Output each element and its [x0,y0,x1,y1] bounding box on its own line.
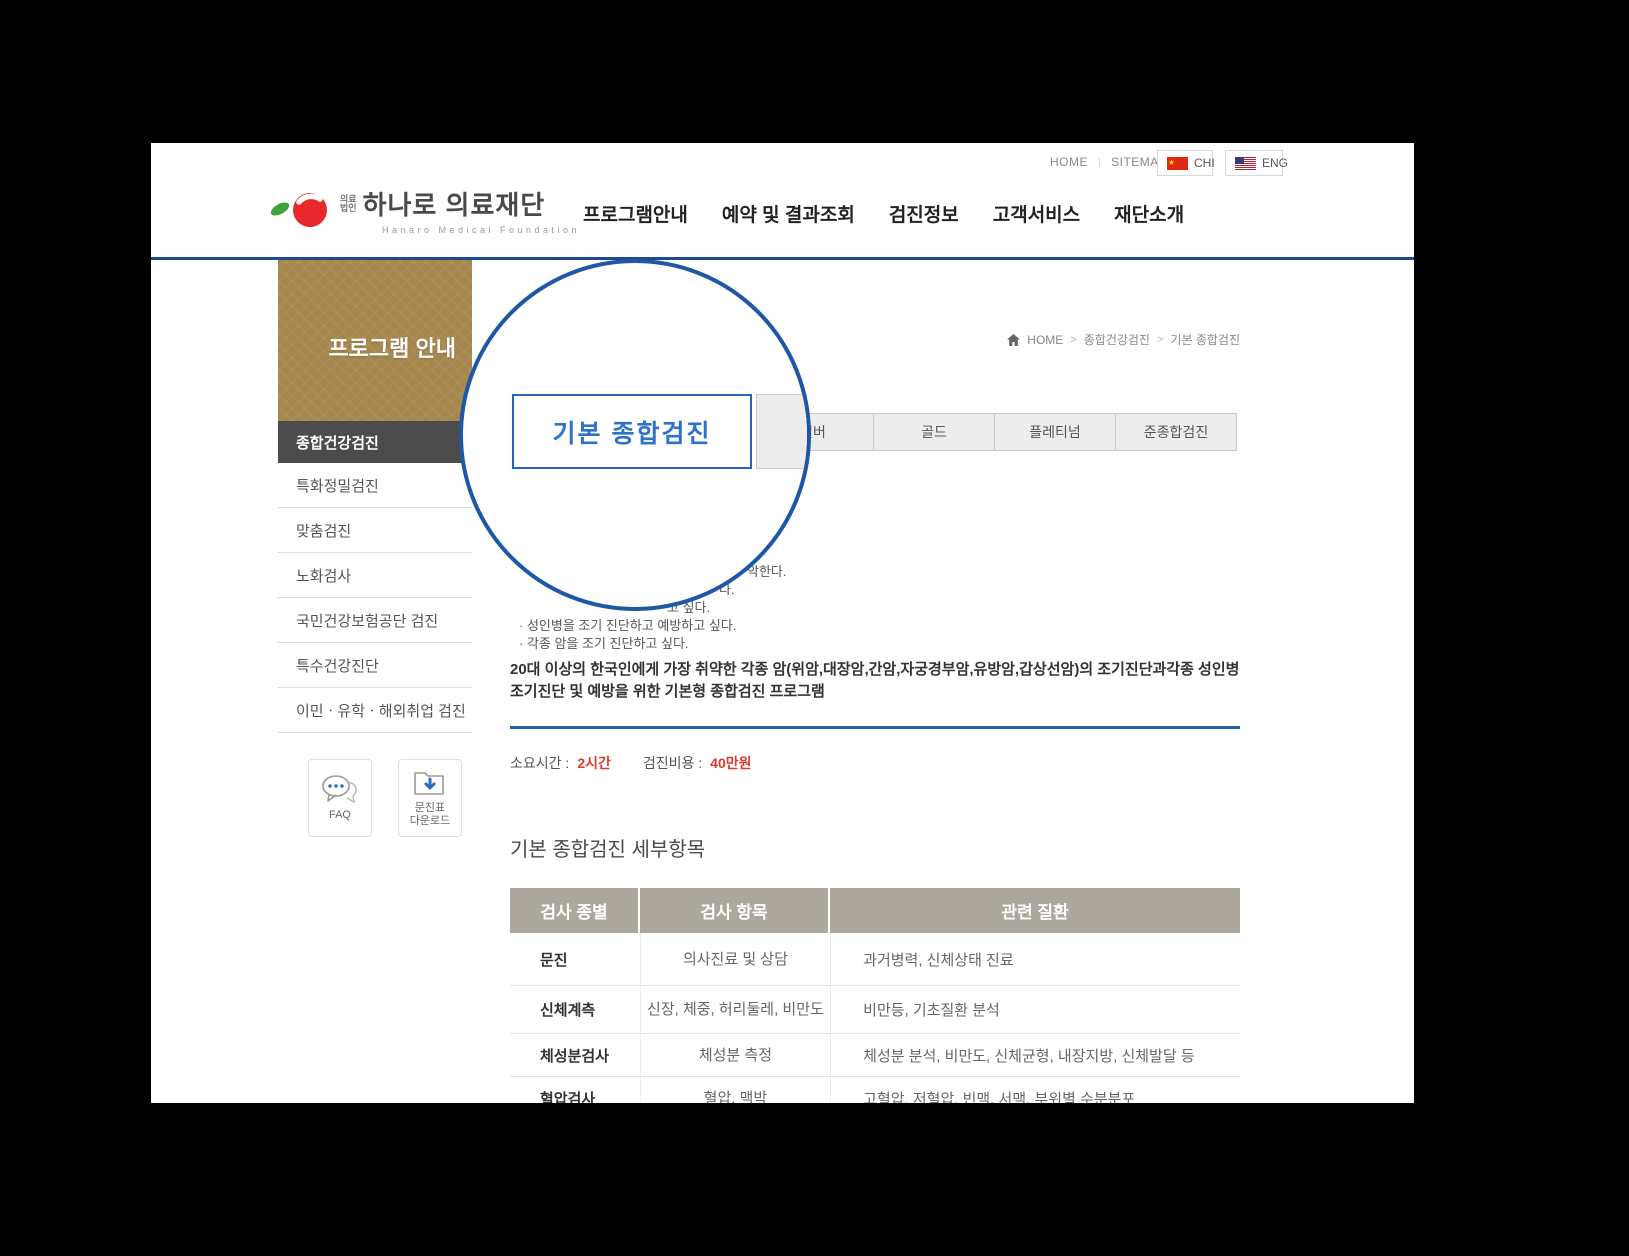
checkup-meta: 소요시간 : 2시간 검진비용 : 40만원 [510,753,752,773]
questionnaire-download-button[interactable]: 문진표 다운로드 [398,759,462,837]
duration-label: 소요시간 : [510,753,569,773]
column-header-test-items: 검사 항목 [640,888,830,933]
breadcrumb-separator: > [1070,334,1076,346]
table-row: 혈압검사 혈압, 맥박 고혈압, 저혈압, 빈맥, 서맥, 부위별 수분분포 [510,1077,1240,1103]
sidebar-item-immigration-checkup[interactable]: 이민ㆍ유학ㆍ해외취업 검진 [278,688,472,733]
breadcrumb-comprehensive-checkup[interactable]: 종합건강검진 [1084,331,1150,348]
page: HOME | SITEMAP ★ CHI ENG 의료법인 하나로 의료재단 H… [151,143,1414,1103]
sidebar-quick-buttons: FAQ 문진표 다운로드 [308,759,462,837]
magnified-adjacent-tab-edge [756,394,811,469]
home-link[interactable]: HOME [1050,155,1088,169]
bullet-cancer-early-diagnosis: · 각종 암을 조기 진단하고 싶다. [519,635,689,652]
cell-test-items: 신장, 체중, 허리둘레, 비만도 [641,986,831,1033]
site-logo[interactable]: 의료법인 하나로 의료재단 Hanaro Medical Foundation [270,185,580,235]
language-button-english[interactable]: ENG [1225,150,1283,176]
cost-label: 검진비용 : [643,753,702,773]
sidebar-active-label: 종합건강검진 [296,432,379,453]
breadcrumb-home[interactable]: HOME [1027,333,1063,347]
duration-value: 2시간 [577,753,611,773]
cell-test-type: 혈압검사 [510,1077,641,1103]
nav-item-checkup-info[interactable]: 검진정보 [889,200,959,227]
program-tabs: 실버 골드 플레티넘 준종합검진 [753,413,1237,451]
tab-gold[interactable]: 골드 [873,413,995,451]
cell-test-type: 신체계측 [510,986,641,1033]
active-tab-label: 기본 종합검진 [553,414,712,450]
logo-small-text: 의료법인 [340,195,357,213]
download-label: 문진표 다운로드 [410,802,450,828]
checkup-details-table: 검사 종별 검사 항목 관련 질환 문진 의사진료 및 상담 과거병력, 신체상… [510,888,1240,1103]
magnifier-circle-overlay: 기본 종합검진 [459,259,811,611]
main-navigation: 프로그램안내 예약 및 결과조회 검진정보 고객서비스 재단소개 [583,200,1184,227]
sidebar-item-aging-test[interactable]: 노화검사 [278,553,472,598]
cell-related-diseases: 과거병력, 신체상태 진료 [831,933,1240,985]
cell-test-items: 혈압, 맥박 [641,1077,831,1103]
home-icon [1007,334,1020,346]
program-description: 20대 이상의 한국인에게 가장 취약한 각종 암(위암,대장암,간암,자궁경부… [510,659,1246,703]
table-header-row: 검사 종별 검사 항목 관련 질환 [510,888,1240,933]
sidebar-item-nhis-checkup[interactable]: 국민건강보험공단 검진 [278,598,472,643]
utility-divider: | [1098,157,1101,168]
cell-related-diseases: 체성분 분석, 비만도, 신체균형, 내장지방, 신체발달 등 [831,1034,1240,1076]
bullet-adult-disease: · 성인병을 조기 진단하고 예방하고 싶다. [519,617,736,634]
faq-button[interactable]: FAQ [308,759,372,837]
hanaro-apple-icon [270,185,332,235]
folder-download-icon [413,769,447,797]
breadcrumb: HOME > 종합건강검진 > 기본 종합검진 [1007,331,1240,348]
breadcrumb-separator: > [1157,334,1163,346]
nav-item-about[interactable]: 재단소개 [1114,200,1184,227]
china-flag-icon: ★ [1167,157,1188,170]
blue-divider [510,726,1240,729]
sidebar-item-comprehensive-checkup[interactable]: 종합건강검진 [278,421,472,463]
sidebar-item-specialized-checkup[interactable]: 특화정밀검진 [278,463,472,508]
logo-text-block: 의료법인 하나로 의료재단 Hanaro Medical Foundation [340,185,580,235]
chat-bubble-icon [321,774,359,804]
utility-bar: HOME | SITEMAP [1050,155,1167,169]
faq-label: FAQ [329,809,351,822]
chinese-label: CHI [1194,156,1215,170]
logo-title: 하나로 의료재단 [363,185,546,222]
cell-test-type: 체성분검사 [510,1034,641,1076]
column-header-test-type: 검사 종별 [510,888,640,933]
cell-test-items: 체성분 측정 [641,1034,831,1076]
cost-value: 40만원 [710,753,751,773]
usa-flag-icon [1235,157,1256,170]
cell-related-diseases: 고혈압, 저혈압, 빈맥, 서맥, 부위별 수분분포 [831,1077,1240,1103]
sidebar-title-panel: 프로그램 안내 [278,260,472,421]
tab-semi-comprehensive[interactable]: 준종합검진 [1115,413,1237,451]
nav-item-programs[interactable]: 프로그램안내 [583,200,688,227]
screenshot-canvas: { "topbar": {"home": "HOME", "divider": … [0,0,1629,1256]
language-button-chinese[interactable]: ★ CHI [1157,150,1213,176]
english-label: ENG [1262,156,1288,170]
table-row: 신체계측 신장, 체중, 허리둘레, 비만도 비만등, 기초질환 분석 [510,986,1240,1034]
cell-related-diseases: 비만등, 기초질환 분석 [831,986,1240,1033]
column-header-related-diseases: 관련 질환 [830,888,1240,933]
table-row: 체성분검사 체성분 측정 체성분 분석, 비만도, 신체균형, 내장지방, 신체… [510,1034,1240,1077]
logo-subtitle: Hanaro Medical Foundation [340,225,580,235]
nav-item-reservation[interactable]: 예약 및 결과조회 [722,200,855,227]
tab-platinum[interactable]: 플레티넘 [994,413,1116,451]
sidebar-item-custom-checkup[interactable]: 맞춤검진 [278,508,472,553]
nav-item-customer-service[interactable]: 고객서비스 [993,200,1080,227]
cell-test-type: 문진 [510,933,641,985]
sidebar-title: 프로그램 안내 [328,319,472,363]
sidebar-menu: 특화정밀검진 맞춤검진 노화검사 국민건강보험공단 검진 특수건강진단 이민ㆍ유… [278,463,472,733]
details-section-title: 기본 종합검진 세부항목 [510,833,705,862]
cell-test-items: 의사진료 및 상담 [641,933,831,985]
breadcrumb-current-page: 기본 종합검진 [1170,331,1240,348]
sidebar-item-special-health-exam[interactable]: 특수건강진단 [278,643,472,688]
table-row: 문진 의사진료 및 상담 과거병력, 신체상태 진료 [510,933,1240,986]
tab-basic-comprehensive-active[interactable]: 기본 종합검진 [512,394,752,469]
